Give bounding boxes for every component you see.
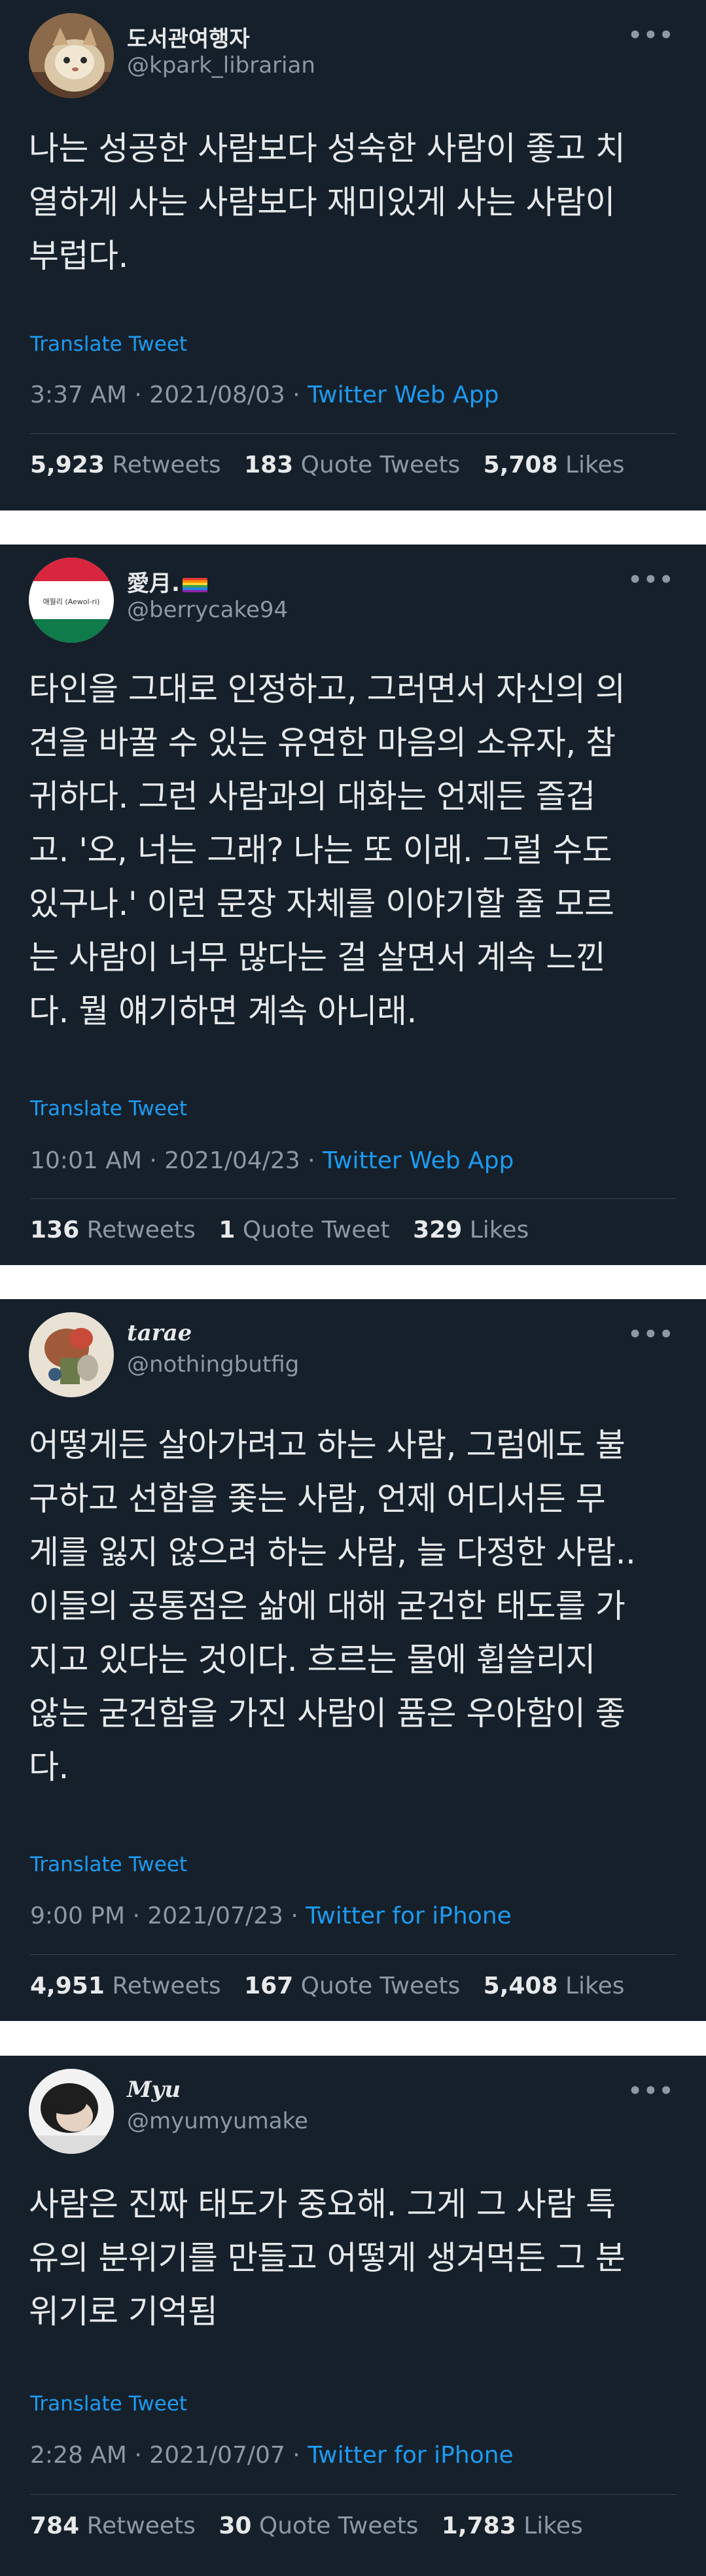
- retweets-label: Retweets: [86, 2513, 196, 2539]
- timestamp-text: 10:01 AM · 2021/04/23 ·: [30, 1147, 323, 1174]
- retweets-label: Retweets: [112, 1973, 221, 1999]
- source-app-link[interactable]: Twitter Web App: [323, 1147, 514, 1174]
- engagement-stats: 5,923 Retweets 183 Quote Tweets 5,708 Li…: [30, 452, 641, 478]
- display-name[interactable]: Myu: [127, 2077, 181, 2103]
- source-app-link[interactable]: Twitter for iPhone: [306, 1903, 512, 1929]
- retweets-count: 5,923: [30, 452, 105, 478]
- quote-tweets-stat[interactable]: 30 Quote Tweets: [219, 2513, 418, 2539]
- divider: [30, 2494, 676, 2495]
- quote-tweets-stat[interactable]: 167 Quote Tweets: [244, 1973, 460, 1999]
- retweets-count: 784: [30, 2513, 80, 2539]
- display-name[interactable]: tarae: [127, 1320, 192, 1346]
- retweets-count: 136: [30, 1217, 80, 1243]
- retweets-stat[interactable]: 784 Retweets: [30, 2513, 196, 2539]
- translate-tweet-link[interactable]: Translate Tweet: [30, 332, 187, 356]
- tweet-card-1: 도서관여행자 @kpark_librarian ••• 나는 성공한 사람보다 …: [0, 0, 706, 510]
- avatar[interactable]: [29, 1312, 114, 1397]
- timestamp-text: 3:37 AM · 2021/08/03 ·: [30, 382, 308, 408]
- avatar[interactable]: 애월리 (Aewol-ri): [29, 558, 114, 643]
- quote-tweets-stat[interactable]: 183 Quote Tweets: [244, 452, 460, 478]
- username[interactable]: @kpark_librarian: [127, 52, 315, 79]
- more-horizontal-icon[interactable]: •••: [628, 1321, 675, 1348]
- tweet-timestamp: 9:00 PM · 2021/07/23 · Twitter for iPhon…: [30, 1903, 512, 1929]
- likes-label: Likes: [565, 1973, 625, 1999]
- tweet-text: 어떻게든 살아가려고 하는 사람, 그럼에도 불 구하고 선함을 좇는 사람, …: [29, 1426, 636, 1786]
- timestamp-text: 2:28 AM · 2021/07/07 ·: [30, 2442, 308, 2469]
- quotes-label: Quote Tweets: [258, 2513, 419, 2539]
- tweet-timestamp: 3:37 AM · 2021/08/03 · Twitter Web App: [30, 382, 499, 408]
- avatar[interactable]: [29, 13, 114, 98]
- retweets-label: Retweets: [86, 1217, 196, 1243]
- quotes-count: 183: [244, 452, 294, 478]
- tweet-timestamp: 2:28 AM · 2021/07/07 · Twitter for iPhon…: [30, 2442, 514, 2469]
- translate-tweet-link[interactable]: Translate Tweet: [30, 1853, 187, 1876]
- translate-tweet-link[interactable]: Translate Tweet: [30, 2392, 187, 2416]
- engagement-stats: 4,951 Retweets 167 Quote Tweets 5,408 Li…: [30, 1973, 641, 1999]
- retweets-stat[interactable]: 136 Retweets: [30, 1217, 196, 1243]
- more-horizontal-icon[interactable]: •••: [628, 567, 675, 593]
- likes-count: 5,408: [483, 1973, 558, 1999]
- retweets-stat[interactable]: 4,951 Retweets: [30, 1973, 221, 1999]
- divider: [30, 1198, 676, 1199]
- likes-count: 1,783: [441, 2513, 516, 2539]
- divider: [30, 433, 676, 434]
- display-name[interactable]: 도서관여행자: [127, 21, 250, 53]
- translate-tweet-link[interactable]: Translate Tweet: [30, 1097, 187, 1120]
- likes-count: 5,708: [483, 452, 558, 478]
- engagement-stats: 136 Retweets 1 Quote Tweet 329 Likes: [30, 1217, 544, 1243]
- quotes-count: 30: [219, 2513, 252, 2539]
- tweet-card-3: tarae @nothingbutfig ••• 어떻게든 살아가려고 하는 사…: [0, 1299, 706, 2021]
- quotes-label: Quote Tweets: [300, 1973, 461, 1999]
- likes-stat[interactable]: 5,408 Likes: [484, 1973, 625, 1999]
- timestamp-text: 9:00 PM · 2021/07/23 ·: [30, 1903, 306, 1929]
- source-app-link[interactable]: Twitter Web App: [308, 382, 499, 408]
- tweet-text: 타인을 그대로 인정하고, 그러면서 자신의 의 견을 바꿀 수 있는 유연한 …: [29, 670, 626, 1030]
- tweet-timestamp: 10:01 AM · 2021/04/23 · Twitter Web App: [30, 1147, 514, 1174]
- username[interactable]: @nothingbutfig: [127, 1351, 299, 1378]
- quotes-label: Quote Tweet: [242, 1217, 390, 1243]
- tweet-text: 사람은 진짜 태도가 중요해. 그게 그 사람 특 유의 분위기를 만들고 어떻…: [29, 2185, 626, 2331]
- username[interactable]: @myumyumake: [127, 2108, 308, 2134]
- likes-label: Likes: [523, 2513, 583, 2539]
- tweet-card-2: 애월리 (Aewol-ri) 愛月. @berrycake94 ••• 타인을 …: [0, 545, 706, 1265]
- display-name-text: 愛月.: [127, 571, 180, 597]
- avatar[interactable]: [29, 2069, 114, 2154]
- quote-tweets-stat[interactable]: 1 Quote Tweet: [219, 1217, 389, 1243]
- engagement-stats: 784 Retweets 30 Quote Tweets 1,783 Likes: [30, 2513, 599, 2539]
- more-horizontal-icon[interactable]: •••: [628, 2078, 675, 2104]
- likes-stat[interactable]: 1,783 Likes: [442, 2513, 583, 2539]
- likes-label: Likes: [469, 1217, 529, 1243]
- likes-stat[interactable]: 329 Likes: [413, 1217, 529, 1243]
- likes-count: 329: [413, 1217, 463, 1243]
- quotes-count: 167: [244, 1973, 294, 1999]
- tweet-card-4: Myu @myumyumake ••• 사람은 진짜 태도가 중요해. 그게 그…: [0, 2056, 706, 2576]
- quotes-label: Quote Tweets: [300, 452, 461, 478]
- username[interactable]: @berrycake94: [127, 597, 288, 623]
- retweets-stat[interactable]: 5,923 Retweets: [30, 452, 221, 478]
- more-horizontal-icon[interactable]: •••: [628, 22, 675, 48]
- avatar-text: 애월리 (Aewol-ri): [43, 598, 100, 606]
- retweets-count: 4,951: [30, 1973, 105, 1999]
- display-name[interactable]: 愛月.: [127, 565, 207, 598]
- divider: [30, 1954, 676, 1955]
- rainbow-flag-icon: [182, 577, 207, 592]
- source-app-link[interactable]: Twitter for iPhone: [308, 2442, 514, 2469]
- quotes-count: 1: [219, 1217, 236, 1243]
- tweet-text: 나는 성공한 사람보다 성숙한 사람이 좋고 치 열하게 사는 사람보다 재미있…: [29, 130, 626, 275]
- likes-label: Likes: [565, 452, 625, 478]
- retweets-label: Retweets: [112, 452, 221, 478]
- likes-stat[interactable]: 5,708 Likes: [484, 452, 625, 478]
